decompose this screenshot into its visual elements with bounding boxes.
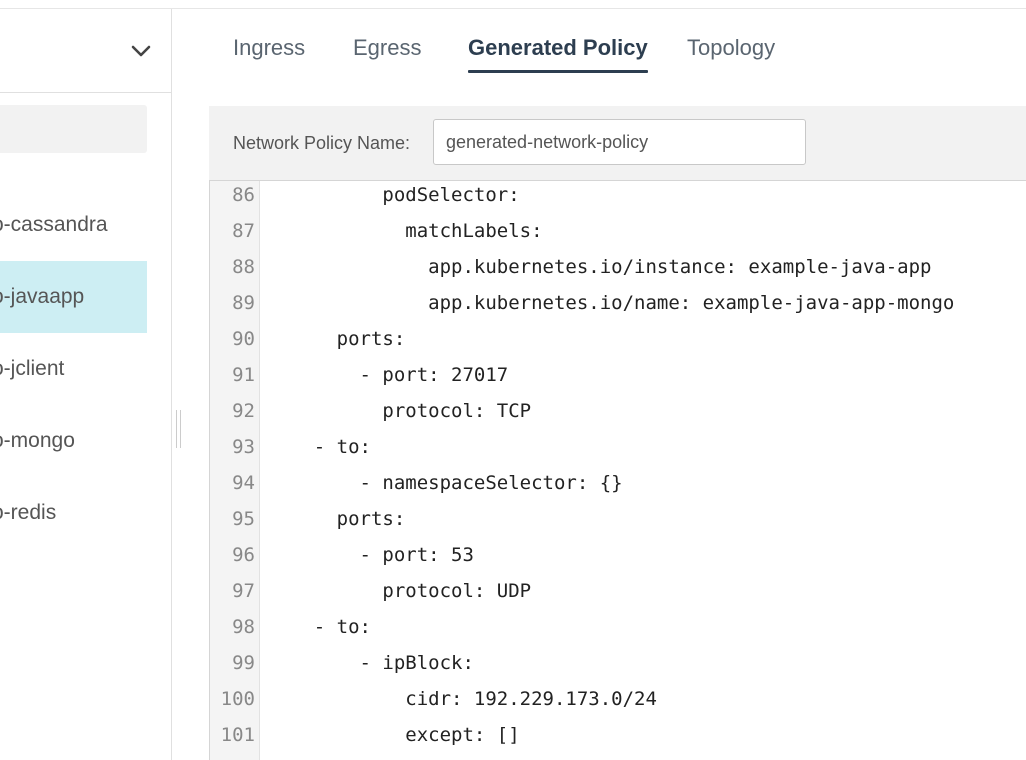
code-text: - to: [268, 616, 371, 638]
sidebar-item[interactable]: o-cassandra [0, 189, 147, 261]
code-line: 97 protocol: UDP [210, 577, 1026, 613]
policy-name-label: Network Policy Name: [233, 133, 411, 153]
code-line: 89 app.kubernetes.io/name: example-java-… [210, 289, 1026, 325]
line-number: 99 [232, 652, 255, 674]
code-text: ports: [268, 328, 406, 350]
yaml-editor[interactable]: 86 podSelector: 87 matchLabels: 88 app.kub… [209, 180, 1026, 760]
line-number: 88 [232, 256, 255, 278]
policy-name-input[interactable] [433, 119, 806, 165]
line-number: 86 [232, 184, 255, 206]
sidebar: o-cassandra o-javaapp o-jclient o-mongo o-re… [0, 9, 172, 760]
tab-ingress[interactable]: Ingress [233, 24, 305, 72]
line-number: 90 [232, 328, 255, 350]
code-line: 87 matchLabels: [210, 217, 1026, 253]
line-number: 93 [232, 436, 255, 458]
code-text: - namespaceSelector: {} [268, 472, 623, 494]
code-text: - ipBlock: [268, 652, 474, 674]
line-number: 89 [232, 292, 255, 314]
code-text: - port: 53 [268, 544, 474, 566]
sidebar-item-label: o-javaapp [0, 285, 85, 308]
line-number: 96 [232, 544, 255, 566]
tab-topology[interactable]: Topology [687, 24, 775, 72]
line-number: 91 [232, 364, 255, 386]
code-line: 88 app.kubernetes.io/instance: example-j… [210, 253, 1026, 289]
code-line: 100 cidr: 192.229.173.0/24 [210, 685, 1026, 721]
sidebar-item[interactable]: o-javaapp [0, 261, 147, 333]
line-number: 95 [232, 508, 255, 530]
sidebar-item-label: o-cassandra [0, 213, 108, 236]
line-number: 98 [232, 616, 255, 638]
line-number: 101 [220, 724, 255, 746]
code-line: 95 ports: [210, 505, 1026, 541]
code-line: 101 except: [] [210, 721, 1026, 757]
code-text: protocol: UDP [268, 580, 532, 602]
code-text: app.kubernetes.io/name: example-java-app… [268, 292, 955, 314]
code-text: - to: [268, 436, 371, 458]
code-text: - port: 27017 [268, 364, 509, 386]
line-number: 97 [232, 580, 255, 602]
code-line: 93 - to: [210, 433, 1026, 469]
code-text: except: [] [268, 724, 520, 746]
code-line: 92 protocol: TCP [210, 397, 1026, 433]
sidebar-header[interactable] [0, 9, 171, 93]
code-line: 96 - port: 53 [210, 541, 1026, 577]
code-line: 99 - ipBlock: [210, 649, 1026, 685]
tab-generated-policy[interactable]: Generated Policy [468, 24, 648, 73]
tab-egress[interactable]: Egress [353, 24, 421, 72]
code-text: protocol: TCP [268, 400, 532, 422]
code-line: 98 - to: [210, 613, 1026, 649]
resize-handle[interactable] [176, 410, 181, 448]
code-text: matchLabels: [268, 220, 543, 242]
line-number: 94 [232, 472, 255, 494]
code-text: podSelector: [268, 184, 520, 206]
code-line: 94 - namespaceSelector: {} [210, 469, 1026, 505]
code-line: 91 - port: 27017 [210, 361, 1026, 397]
code-text: app.kubernetes.io/instance: example-java… [268, 256, 932, 278]
sidebar-item-label: o-jclient [0, 357, 65, 380]
code-line: 86 podSelector: [210, 181, 1026, 217]
sidebar-item[interactable]: o-jclient [0, 333, 147, 405]
sidebar-search-input[interactable] [0, 105, 147, 153]
sidebar-item-label: o-mongo [0, 429, 75, 452]
sidebar-item[interactable]: o-mongo [0, 405, 147, 477]
code-text: ports: [268, 508, 406, 530]
line-number: 100 [220, 688, 255, 710]
line-number: 92 [232, 400, 255, 422]
chevron-down-icon[interactable] [130, 40, 152, 62]
sidebar-item[interactable]: o-redis [0, 477, 147, 549]
code-text: cidr: 192.229.173.0/24 [268, 688, 657, 710]
code-line: 90 ports: [210, 325, 1026, 361]
line-number: 87 [232, 220, 255, 242]
sidebar-item-label: o-redis [0, 501, 57, 524]
